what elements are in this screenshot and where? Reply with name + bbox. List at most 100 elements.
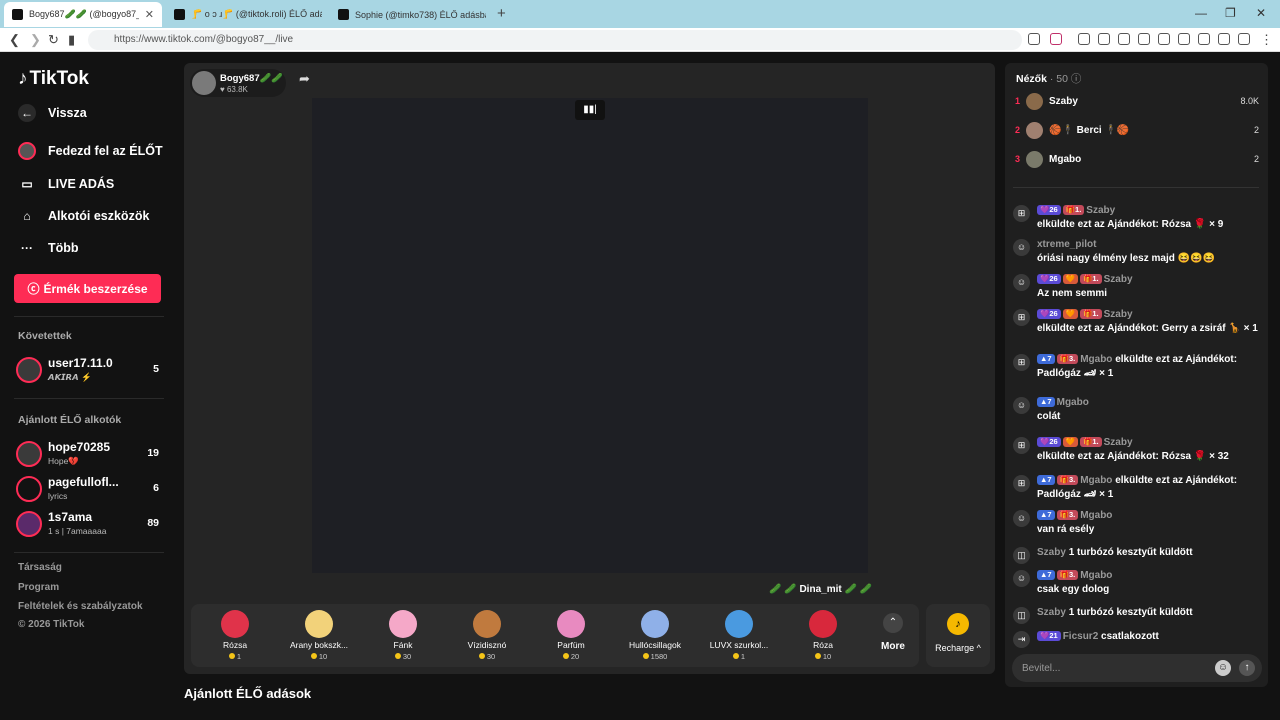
chat-username[interactable]: Szaby (1104, 437, 1133, 448)
gift-item[interactable]: Arany bokszk... 10 (277, 604, 361, 667)
chat-input[interactable] (1022, 660, 1212, 676)
user-badge: 💜26 (1037, 437, 1061, 447)
top-viewer[interactable]: 1 Szaby 8.0K (1015, 92, 1259, 112)
chat-username[interactable]: Mgabo (1080, 354, 1112, 365)
gift-bar: Rózsa 1 Arany bokszk... 10 Fánk 30 Vízid… (191, 604, 919, 667)
more-gifts-button[interactable]: ⌃ More (868, 604, 918, 667)
extension-icon[interactable] (1198, 33, 1210, 45)
gift-icon: ⊞ (1013, 309, 1030, 326)
user-badge: ▲7 (1037, 570, 1055, 580)
nav-more[interactable]: ··· Több (18, 239, 79, 257)
info-icon[interactable]: ⓘ (1071, 73, 1082, 85)
video-player[interactable] (312, 98, 868, 573)
share-icon[interactable]: ➦ (299, 71, 321, 93)
gift-item[interactable]: LUVX szurkol... 1 (697, 604, 781, 667)
chat-input-box: ☺ ↑ (1012, 654, 1262, 682)
host-info[interactable]: Bogy687🥒🥒 ♥ 63.8K (190, 69, 286, 97)
extension-icon[interactable] (1098, 33, 1110, 45)
tiktok-logo[interactable]: ♪ TikTok (18, 68, 89, 90)
top-viewer[interactable]: 2 🏀🕴 Berci 🕴🏀 2 (1015, 121, 1259, 141)
tab-title: 🦵 o ɔ ɹ🦵 (@tiktok.roli) ÉLŐ adá (191, 9, 322, 19)
menu-icon[interactable]: ⋮ (1260, 32, 1273, 48)
extension-icon[interactable] (1118, 33, 1130, 45)
message-body: ▲7 🎁3. Mgabo van rá esély (1037, 509, 1263, 537)
emoji-icon[interactable]: ☺ (1215, 660, 1231, 676)
chat-username[interactable]: Mgabo (1080, 570, 1112, 581)
back-link[interactable]: ← Vissza (18, 104, 87, 122)
chat-message: ⊞ ▲7 🎁3. Mgabo elküldte ezt az Ajándékot: P… (1013, 474, 1263, 502)
followed-user[interactable]: user17.11.0 𝘼𝙆𝙄𝙍𝘼 ⚡ 5 (16, 354, 161, 386)
avatar: ☺ (1013, 274, 1030, 291)
nav-explore-live[interactable]: Fedezd fel az ÉLŐT (18, 142, 163, 160)
tab-title: Bogy687🥒🥒 (@bogyo87__) ÉLŐ (29, 9, 139, 19)
extension-icon[interactable] (1138, 33, 1150, 45)
url-field[interactable]: https://www.tiktok.com/@bogyo87__/live (88, 30, 1022, 50)
minimize-icon[interactable]: — (1195, 6, 1207, 20)
viewer-rank: 2 (1015, 125, 1021, 135)
chat-text: van rá esély (1037, 524, 1095, 535)
close-window-icon[interactable]: ✕ (1256, 6, 1266, 20)
gift-item[interactable]: Rózsa 1 (193, 604, 277, 667)
more-icon: ··· (21, 241, 33, 255)
back-icon[interactable]: ❮ (9, 32, 20, 48)
chat-username[interactable]: Mgabo (1057, 397, 1089, 408)
user-badge: ▲7 (1037, 475, 1055, 485)
extension-icon[interactable] (1078, 33, 1090, 45)
viewer-score: 8.0K (1240, 96, 1259, 106)
divider (14, 398, 164, 399)
rewards-icon[interactable] (1050, 33, 1062, 45)
new-tab-button[interactable]: + (497, 5, 506, 22)
chat-username[interactable]: Szaby (1086, 205, 1115, 216)
gift-price: 30 (361, 652, 445, 661)
top-viewer[interactable]: 3 Mgabo 2 (1015, 150, 1259, 170)
extension-icon[interactable] (1218, 33, 1230, 45)
bookmark-icon[interactable]: ▮ (68, 32, 75, 48)
chat-message: ☺ 💜26 🧡 🎁1. Szaby Az nem semmi (1013, 273, 1263, 301)
reload-icon[interactable]: ↻ (48, 32, 59, 48)
gift-name: Rózsa (222, 640, 248, 650)
chat-username[interactable]: Szaby (1104, 274, 1133, 285)
gift-item[interactable]: Parfüm 20 (529, 604, 613, 667)
download-icon[interactable] (1158, 33, 1170, 45)
gift-item[interactable]: Róza 10 (781, 604, 865, 667)
user-name: hope70285 (48, 440, 111, 454)
close-tab-icon[interactable]: ✕ (145, 8, 154, 21)
chat-username[interactable]: Mgabo (1080, 510, 1112, 521)
viewers-header[interactable]: Nézők · 50 ⓘ (1016, 71, 1081, 86)
get-coins-button[interactable]: ⓒ Érmék beszerzése (14, 274, 161, 303)
footer-terms-link[interactable]: Feltételek és szabályzatok (18, 601, 143, 612)
browser-tab[interactable]: Bogy687🥒🥒 (@bogyo87__) ÉLŐ ✕ (4, 2, 162, 27)
browser-tab[interactable]: 🦵 o ɔ ɹ🦵 (@tiktok.roli) ÉLŐ adá (166, 2, 330, 27)
extension-icon[interactable] (1238, 33, 1250, 45)
chat-username[interactable]: Szaby (1104, 309, 1133, 320)
gift-item[interactable]: Vízidisznó 30 (445, 604, 529, 667)
footer-program-link[interactable]: Program (18, 582, 59, 593)
recommended-user[interactable]: 1s7ama 1 s | 7amaaaaa 89 (16, 508, 161, 540)
forward-icon[interactable]: ❯ (30, 32, 41, 48)
recommended-user[interactable]: hope70285 Hope💔 19 (16, 438, 161, 470)
chat-username[interactable]: Mgabo (1080, 475, 1112, 486)
chat-username[interactable]: Szaby (1037, 607, 1066, 618)
sidebar-toggle-icon[interactable] (1178, 33, 1190, 45)
recommended-user[interactable]: pagefullofl... lyrics 6 (16, 473, 161, 505)
send-icon[interactable]: ↑ (1239, 660, 1255, 676)
avatar (16, 357, 42, 383)
brave-shield-icon[interactable] (1028, 33, 1040, 45)
avatar (1026, 151, 1043, 168)
nav-creator-tools[interactable]: ⌂ Alkotói eszközök (18, 207, 149, 225)
restore-icon[interactable]: ❐ (1225, 6, 1236, 20)
chat-username[interactable]: Ficsur2 (1063, 631, 1099, 642)
chat-username[interactable]: xtreme_pilot (1037, 239, 1096, 250)
gift-item[interactable]: Hullócsillagok 1580 (613, 604, 697, 667)
sidebar: ♪ TikTok ← Vissza Fedezd fel az ÉLŐT ▭ L… (0, 52, 176, 720)
nav-live[interactable]: ▭ LIVE ADÁS (18, 175, 114, 193)
gift-item[interactable]: Fánk 30 (361, 604, 445, 667)
message-body: ▲7 🎁3. Mgabo csak egy dolog (1037, 569, 1263, 597)
footer-company-link[interactable]: Társaság (18, 562, 62, 573)
nav-label: LIVE ADÁS (48, 177, 115, 191)
audio-icon[interactable]: ▮▮| (575, 100, 605, 120)
chat-username[interactable]: Szaby (1037, 547, 1066, 558)
browser-tab[interactable]: Sophie (@timko738) ÉLŐ adásban vá (330, 2, 494, 27)
recharge-button[interactable]: ♪ Recharge ^ (926, 604, 990, 667)
chevron-up-icon: ⌃ (883, 613, 903, 633)
